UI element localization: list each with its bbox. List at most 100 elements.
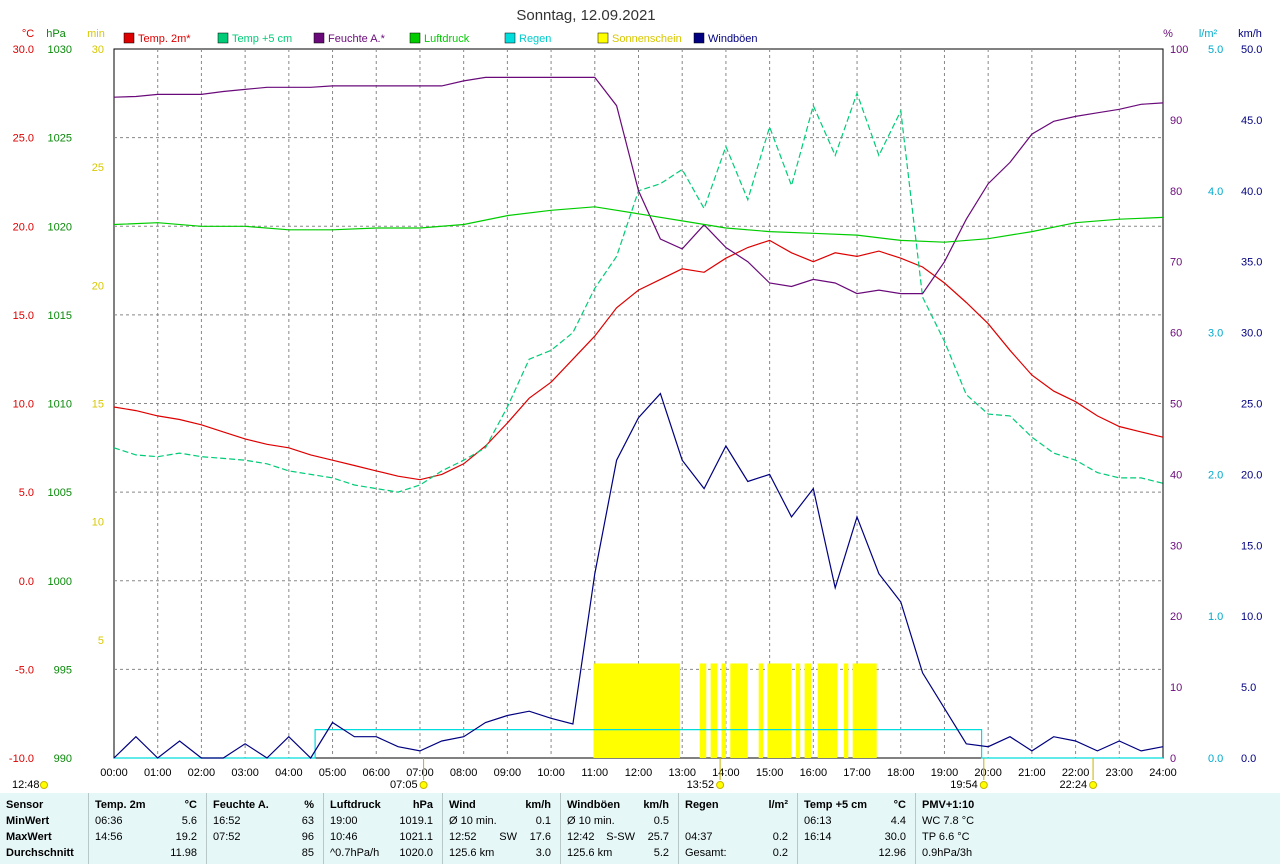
x-tick-label: 17:00 (843, 767, 871, 779)
x-tick-label: 08:00 (450, 767, 478, 779)
x-tick-label: 00:00 (100, 767, 128, 779)
axis-unit-temp: °C (22, 28, 34, 40)
x-tick-label: 19:00 (931, 767, 959, 779)
marker-label: 19:54 (950, 779, 978, 791)
humidity-tick-label: 80 (1170, 186, 1182, 198)
footer-cell: MinWert (6, 815, 50, 827)
footer-value: 3.0 (535, 847, 551, 859)
legend-swatch (123, 32, 135, 44)
x-tick-label: 11:00 (581, 767, 608, 779)
humidity-tick-label: 40 (1170, 469, 1182, 481)
footer-head: Sensor (6, 799, 44, 811)
footer-cell: Gesamt: (685, 847, 727, 859)
footer-value: 0.1 (535, 815, 551, 827)
temp-tick-label: -10.0 (9, 753, 34, 765)
humidity-tick-label: 0 (1170, 753, 1176, 765)
humidity-tick-label: 100 (1170, 44, 1188, 56)
x-tick-label: 14:00 (712, 767, 740, 779)
x-tick-label: 02:00 (188, 767, 216, 779)
axis-unit-wind: km/h (1238, 28, 1262, 40)
footer-unit: l/m² (768, 799, 788, 811)
footer-value: 85 (301, 847, 314, 859)
marker-label: 07:05 (390, 779, 418, 791)
footer-column: Sensor MinWert MaxWert Durchschnitt (0, 793, 88, 864)
footer-cell: Ø 10 min. (567, 815, 615, 827)
wind-tick-label: 20.0 (1241, 469, 1262, 481)
footer-value: 12.96 (878, 847, 906, 859)
legend-swatch (313, 32, 325, 44)
x-tick-label: 12:00 (625, 767, 653, 779)
footer-column: Luftdruck hPa 19:00 1019.1 10:46 1021.1 ^0.7hP… (323, 793, 443, 864)
sunshine-bar (795, 663, 801, 758)
axis-unit-hum: % (1163, 28, 1173, 40)
axis-unit-sun: min (87, 28, 105, 40)
legend-label: Temp. 2m* (138, 33, 191, 45)
footer-value: 63 (301, 815, 314, 827)
footer-unit: °C (893, 799, 906, 811)
footer-cell: 125.6 km (567, 847, 613, 859)
footer-value: 5.6 (181, 815, 197, 827)
legend-swatch (409, 32, 421, 44)
footer-column: Regen l/m² 04:37 0.2 Gesamt: 0.2 (678, 793, 798, 864)
footer-value: 17.6 (529, 831, 551, 843)
footer-head: Feuchte A. (213, 799, 269, 811)
sunshine-bar (804, 663, 812, 758)
x-tick-label: 07:00 (406, 767, 434, 779)
footer-cell: 12:52 (449, 831, 477, 843)
rain-tick-label: 2.0 (1208, 469, 1223, 481)
wind-tick-label: 35.0 (1241, 257, 1262, 269)
sunshine-bar (593, 663, 681, 758)
legend-label: Windböen (708, 33, 758, 45)
sunshine-bar (767, 663, 792, 758)
marker-label: 13:52 (687, 779, 715, 791)
wind-tick-label: 25.0 (1241, 399, 1262, 411)
footer-cell: 0.9hPa/3h (922, 847, 973, 859)
footer-unit: % (304, 799, 314, 811)
sunshine-bar (817, 663, 838, 758)
sunshine-bars (593, 663, 877, 758)
footer-value: 1019.1 (399, 815, 433, 827)
x-tick-label: 22:00 (1062, 767, 1090, 779)
x-tick-label: 03:00 (231, 767, 259, 779)
footer-column: Temp. 2m °C 06:36 5.6 14:56 19.2 11.98 (88, 793, 207, 864)
temp-tick-label: 20.0 (13, 221, 34, 233)
footer-cell: 10:46 (330, 831, 358, 843)
footer-cell: 06:36 (95, 815, 123, 827)
wind-tick-label: 5.0 (1241, 682, 1256, 694)
sun-tick-label: 15 (92, 399, 104, 411)
footer-head: Luftdruck (330, 799, 381, 811)
sunshine-bar (852, 663, 877, 758)
footer-head: PMV+1:10 (922, 799, 975, 811)
x-tick-label: 06:00 (362, 767, 390, 779)
sun-icon (716, 781, 725, 789)
pressure-tick-label: 990 (54, 753, 72, 765)
sunshine-bar (758, 663, 764, 758)
sun-icon (40, 781, 48, 789)
humidity-tick-label: 60 (1170, 328, 1182, 340)
footer-head: Wind (449, 799, 476, 811)
x-tick-label: 05:00 (319, 767, 347, 779)
wind-tick-label: 15.0 (1241, 540, 1262, 552)
footer-value: 0.2 (772, 847, 788, 859)
humidity-tick-label: 30 (1170, 540, 1182, 552)
sunshine-bar (710, 663, 718, 758)
footer-cell: Ø 10 min. (449, 815, 497, 827)
rain-tick-label: 3.0 (1208, 328, 1223, 340)
x-tick-label: 09:00 (494, 767, 522, 779)
footer-column: Feuchte A.% 16:52 63 07:52 96 85 (206, 793, 324, 864)
footer-cell: 06:13 (804, 815, 832, 827)
legend-label: Sonnenschein (612, 33, 682, 45)
humidity-tick-label: 90 (1170, 115, 1182, 127)
wind-tick-label: 30.0 (1241, 328, 1262, 340)
x-tick-label: 24:00 (1149, 767, 1177, 779)
x-tick-label: 04:00 (275, 767, 303, 779)
pressure-tick-label: 1030 (48, 44, 72, 56)
temp-tick-label: 5.0 (19, 487, 34, 499)
pressure-tick-label: 995 (54, 664, 72, 676)
sun-icon (1089, 781, 1098, 789)
sunshine-bar (730, 663, 748, 758)
wind-tick-label: 0.0 (1241, 753, 1256, 765)
sun-tick-label: 20 (92, 280, 104, 292)
temp-tick-label: -5.0 (15, 664, 34, 676)
footer-value: 0.5 (653, 815, 669, 827)
